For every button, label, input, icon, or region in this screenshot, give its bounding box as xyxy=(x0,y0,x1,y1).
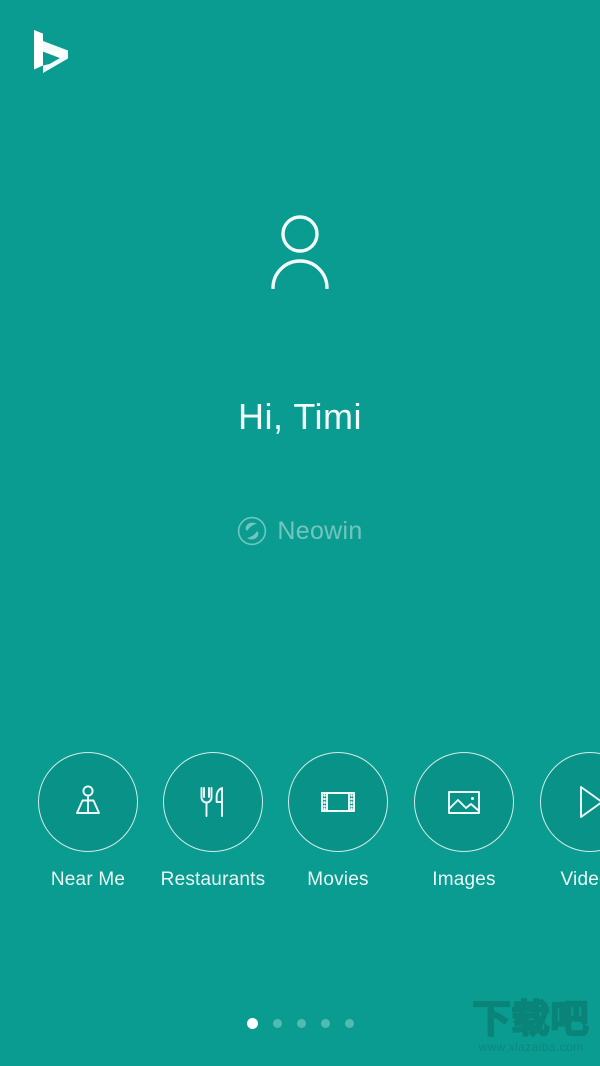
images-circle[interactable] xyxy=(414,752,514,852)
page-indicator[interactable] xyxy=(0,1018,600,1029)
shortcut-label: Near Me xyxy=(50,869,126,890)
shortcut-row: Near Me Restaurants Movies Images Vide xyxy=(0,752,600,902)
videos-circle[interactable] xyxy=(540,752,600,852)
shortcut-label: Restaurants xyxy=(160,869,266,890)
page-dot-2[interactable] xyxy=(272,1019,282,1028)
neowin-logo-icon xyxy=(237,516,267,546)
bing-home-screen: Hi, Timi Neowin Near Me Restaurants Movi… xyxy=(0,0,600,1066)
neowin-watermark: Neowin xyxy=(0,516,600,546)
shortcut-label: Videos xyxy=(560,869,600,890)
shortcut-images[interactable]: Images xyxy=(401,752,527,891)
shortcut-label: Images xyxy=(432,869,496,890)
person-avatar-icon[interactable] xyxy=(252,205,348,290)
site-watermark: 下载吧 www.xiazaiba.com xyxy=(468,999,594,1062)
movies-icon xyxy=(316,780,360,824)
greeting-text: Hi, Timi xyxy=(238,396,362,437)
videos-icon xyxy=(568,780,600,824)
page-dot-3[interactable] xyxy=(296,1019,306,1028)
shortcut-movies[interactable]: Movies xyxy=(275,752,401,891)
shortcut-videos[interactable]: Videos xyxy=(527,752,600,891)
page-dot-1[interactable] xyxy=(246,1018,258,1029)
site-watermark-url: www.xiazaiba.com xyxy=(478,1040,584,1054)
page-dot-5[interactable] xyxy=(344,1019,354,1028)
bing-logo-icon[interactable] xyxy=(30,28,74,80)
near-me-circle[interactable] xyxy=(38,752,138,852)
shortcut-near-me[interactable]: Near Me xyxy=(25,752,151,891)
near-me-icon xyxy=(66,780,110,824)
page-dot-4[interactable] xyxy=(320,1019,330,1028)
shortcut-restaurants[interactable]: Restaurants xyxy=(150,752,276,891)
shortcut-label: Movies xyxy=(307,869,369,890)
images-icon xyxy=(442,780,486,824)
movies-circle[interactable] xyxy=(288,752,388,852)
restaurants-circle[interactable] xyxy=(163,752,263,852)
restaurants-icon xyxy=(191,780,235,824)
neowin-label: Neowin xyxy=(277,516,363,545)
